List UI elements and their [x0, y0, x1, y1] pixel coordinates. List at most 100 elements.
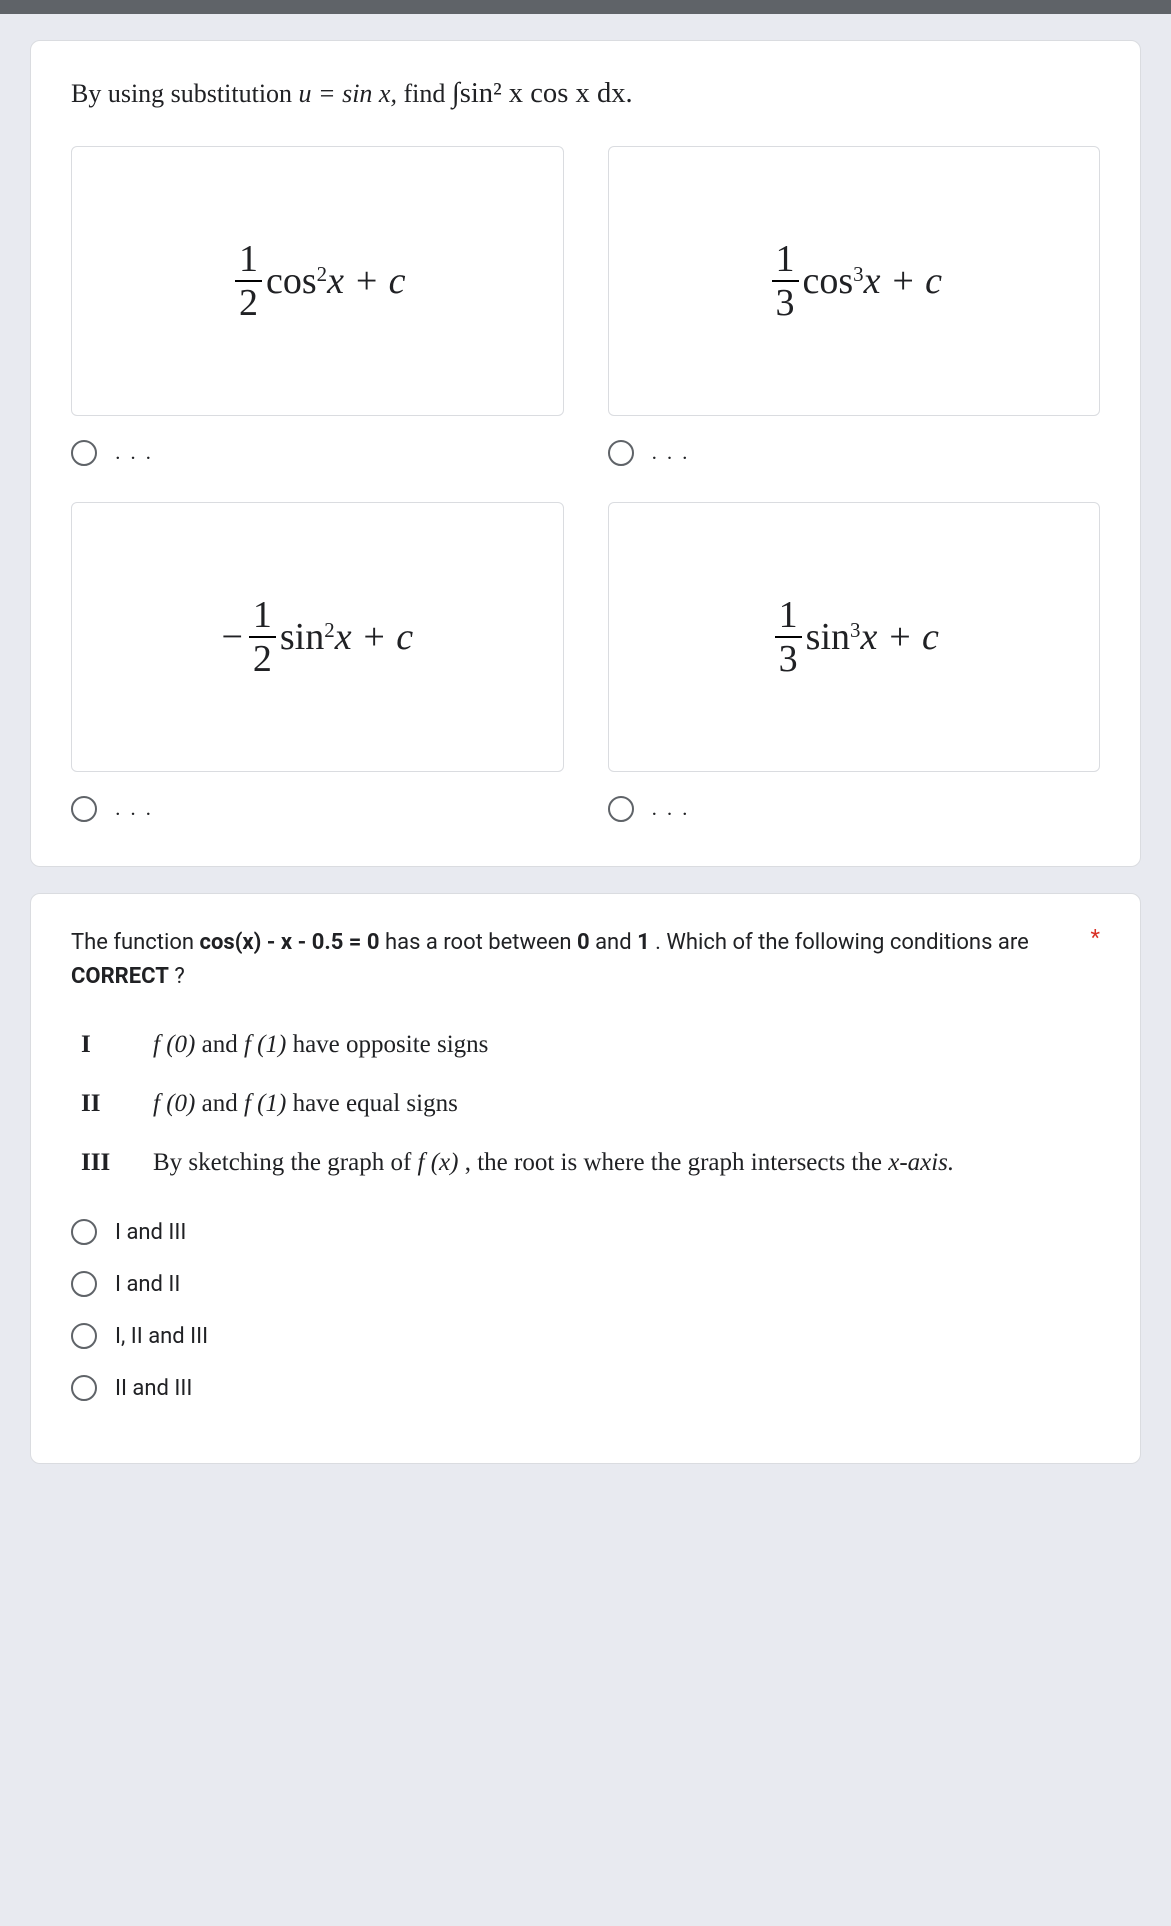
q1-option-2-radio[interactable]: . . . — [71, 792, 564, 826]
denominator: 2 — [249, 636, 276, 678]
power: 2 — [317, 262, 327, 287]
q1-option-2-label: . . . — [115, 796, 153, 821]
q2-statements: I f (0) and f (1) have opposite signs II… — [81, 1022, 1100, 1185]
fn: cos — [266, 259, 317, 303]
f0: f (0) — [153, 1090, 195, 1117]
statement-I: I f (0) and f (1) have opposite signs — [81, 1022, 1100, 1067]
q2-t5: ? — [174, 964, 184, 989]
power: 2 — [324, 618, 334, 643]
q2-one: 1 — [637, 930, 650, 955]
q2-prompt: The function cos(x) - x - 0.5 = 0 has a … — [71, 926, 1100, 994]
q2-choice-0[interactable]: I and III — [71, 1215, 1100, 1249]
q1-text-mid: find — [403, 79, 451, 108]
tail: x + c — [327, 259, 405, 303]
q2-choice-1-label: I and II — [115, 1272, 180, 1297]
sign: − — [221, 615, 242, 659]
statement-body: f (0) and f (1) have equal signs — [153, 1081, 1100, 1126]
q2-equation: cos(x) - x - 0.5 = 0 — [200, 930, 380, 955]
f0: f (x) — [418, 1149, 459, 1176]
fraction: 1 2 — [235, 240, 262, 322]
q1-option-1-radio[interactable]: . . . — [608, 436, 1101, 470]
browser-topbar — [0, 0, 1171, 14]
q1-option-0-label: . . . — [115, 440, 153, 465]
fraction: 1 3 — [775, 596, 802, 678]
f0: f (0) — [153, 1031, 195, 1058]
radio-icon — [71, 1375, 97, 1401]
f1: f (1) — [244, 1031, 286, 1058]
radio-icon — [71, 1271, 97, 1297]
question-card-1: By using substitution u = sin x, find ∫s… — [30, 40, 1141, 867]
radio-icon — [608, 440, 634, 466]
statement-body: By sketching the graph of f (x) , the ro… — [153, 1140, 1100, 1185]
numerator: 1 — [772, 240, 799, 280]
q2-t4: . Which of the following conditions are — [655, 930, 1029, 955]
fraction: 1 2 — [249, 596, 276, 678]
q2-choices: I and III I and II I, II and III II and … — [71, 1215, 1100, 1405]
q1-option-0-radio[interactable]: . . . — [71, 436, 564, 470]
statement-III: III By sketching the graph of f (x) , th… — [81, 1140, 1100, 1185]
q1-option-2-formula: − 1 2 sin2 x + c — [221, 596, 413, 678]
power: 3 — [850, 618, 860, 643]
power: 3 — [853, 262, 863, 287]
q2-t1: The function — [71, 930, 200, 955]
required-indicator: * — [1091, 926, 1100, 951]
radio-icon — [71, 796, 97, 822]
fn: sin — [806, 615, 850, 659]
numerator: 1 — [235, 240, 262, 280]
q1-option-1: 1 3 cos3 x + c . . . — [608, 146, 1101, 470]
q2-choice-3[interactable]: II and III — [71, 1371, 1100, 1405]
statement-II: II f (0) and f (1) have equal signs — [81, 1081, 1100, 1126]
q1-text-prefix: By using substitution — [71, 79, 299, 108]
question-card-2: * The function cos(x) - x - 0.5 = 0 has … — [30, 893, 1141, 1464]
q1-option-0: 1 2 cos2 x + c . . . — [71, 146, 564, 470]
fn: cos — [803, 259, 854, 303]
post: have opposite signs — [293, 1031, 489, 1058]
q1-substitution: u = sin x, — [299, 79, 397, 108]
q1-option-1-label: . . . — [652, 440, 690, 465]
q1-integral: ∫sin² x cos x dx. — [452, 78, 633, 109]
q1-option-3: 1 3 sin3 x + c . . . — [608, 502, 1101, 826]
q2-t2: has a root between — [385, 930, 577, 955]
q2-choice-3-label: II and III — [115, 1376, 192, 1401]
statement-rn: I — [81, 1022, 153, 1067]
fraction: 1 3 — [772, 240, 799, 322]
q1-option-2: − 1 2 sin2 x + c . . . — [71, 502, 564, 826]
numerator: 1 — [249, 596, 276, 636]
q1-option-0-formula: 1 2 cos2 x + c — [229, 240, 405, 322]
mid: , the root is where the graph intersects… — [465, 1149, 888, 1176]
statement-body: f (0) and f (1) have opposite signs — [153, 1022, 1100, 1067]
q1-options-grid: 1 2 cos2 x + c . . . — [71, 146, 1100, 826]
mid: and — [202, 1090, 244, 1117]
q2-zero: 0 — [577, 930, 590, 955]
mid: and — [202, 1031, 244, 1058]
denominator: 3 — [775, 636, 802, 678]
q2-choice-1[interactable]: I and II — [71, 1267, 1100, 1301]
radio-icon — [71, 1219, 97, 1245]
q2-choice-2[interactable]: I, II and III — [71, 1319, 1100, 1353]
q2-choice-0-label: I and III — [115, 1220, 186, 1245]
denominator: 3 — [772, 280, 799, 322]
q1-option-2-image[interactable]: − 1 2 sin2 x + c — [71, 502, 564, 772]
q2-correct: CORRECT — [71, 964, 169, 989]
denominator: 2 — [235, 280, 262, 322]
q1-option-1-image[interactable]: 1 3 cos3 x + c — [608, 146, 1101, 416]
q1-option-3-radio[interactable]: . . . — [608, 792, 1101, 826]
statement-rn: III — [81, 1140, 153, 1185]
q1-option-3-formula: 1 3 sin3 x + c — [769, 596, 939, 678]
q2-choice-2-label: I, II and III — [115, 1324, 208, 1349]
statement-rn: II — [81, 1081, 153, 1126]
tail: x + c — [860, 615, 938, 659]
fn: sin — [280, 615, 324, 659]
post: x-axis. — [888, 1149, 954, 1176]
form-container: By using substitution u = sin x, find ∫s… — [0, 40, 1171, 1504]
q1-option-0-image[interactable]: 1 2 cos2 x + c — [71, 146, 564, 416]
q1-prompt: By using substitution u = sin x, find ∫s… — [71, 73, 1100, 116]
numerator: 1 — [775, 596, 802, 636]
radio-icon — [608, 796, 634, 822]
q2-t3: and — [595, 930, 637, 955]
f1: f (1) — [244, 1090, 286, 1117]
radio-icon — [71, 1323, 97, 1349]
tail: x + c — [335, 615, 413, 659]
q1-option-3-image[interactable]: 1 3 sin3 x + c — [608, 502, 1101, 772]
pre: By sketching the graph of — [153, 1149, 418, 1176]
